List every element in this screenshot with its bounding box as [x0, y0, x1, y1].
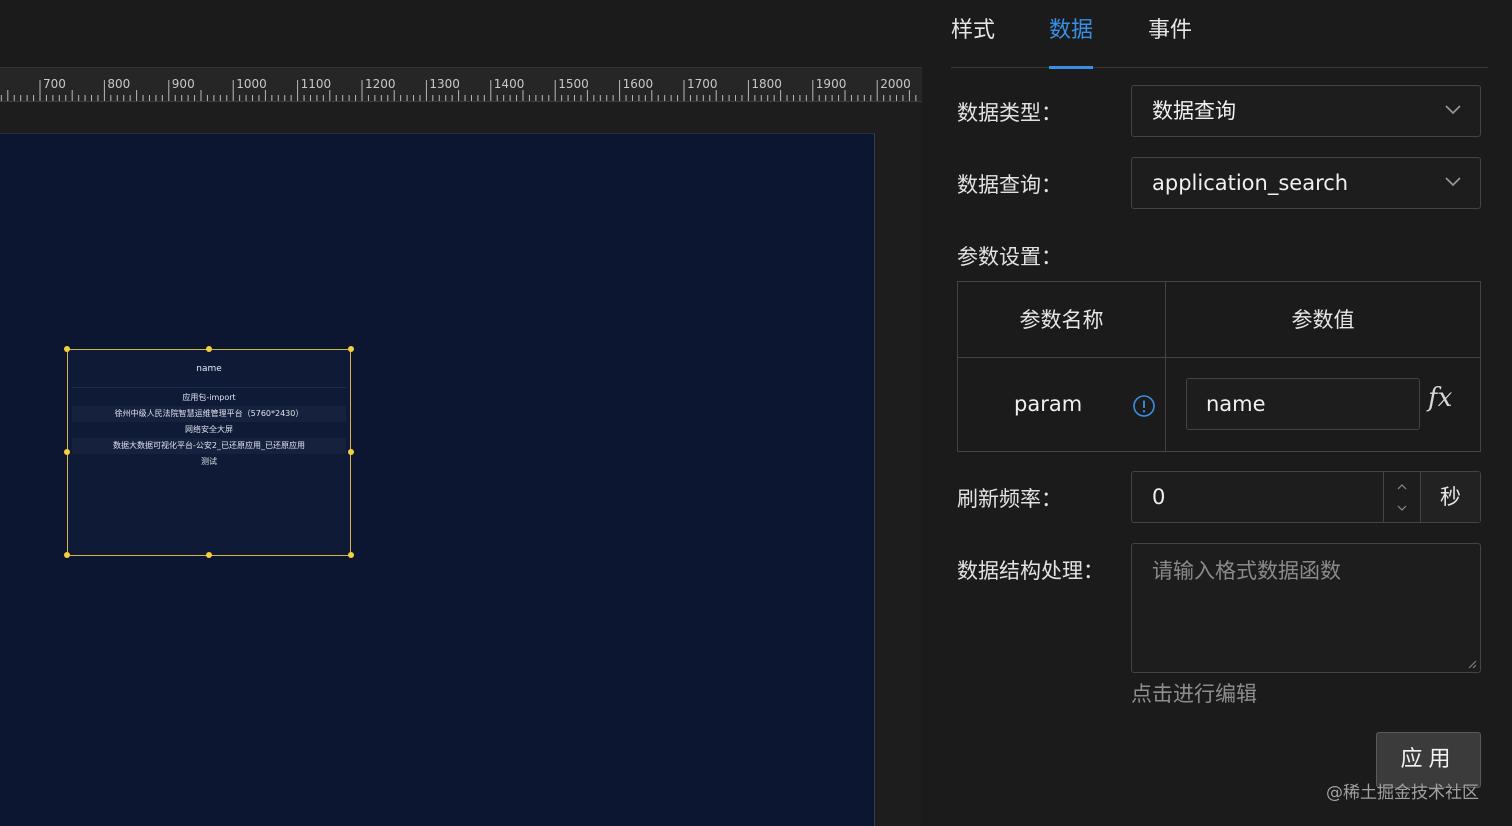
- ruler-label: 1900: [815, 77, 847, 91]
- chevron-down-icon: [1445, 105, 1461, 115]
- widget-list-item: 徐州中级人民法院智慧运维管理平台（5760*2430）: [72, 406, 346, 422]
- ruler-label: 1500: [558, 77, 589, 91]
- number-stepper[interactable]: [1383, 472, 1420, 522]
- resize-handle-l[interactable]: [64, 449, 70, 455]
- chevron-down-icon: [1445, 177, 1461, 187]
- col-header-param-value: 参数值: [1291, 308, 1355, 332]
- params-label: 参数设置：: [957, 245, 1062, 269]
- refresh-rate-input[interactable]: 0 秒: [1131, 471, 1481, 523]
- ruler-label: 700: [43, 77, 66, 91]
- ruler-label: 1700: [687, 77, 718, 91]
- property-panel: 样式 数据 事件 数据类型： 数据查询 数据查询： application_se…: [922, 0, 1512, 826]
- horizontal-ruler: 700 800 900 1000 1100 1200 1300 1400 1500 1600 170…: [0, 67, 922, 102]
- resize-handle-bl[interactable]: [64, 552, 70, 558]
- refresh-label: 刷新频率：: [957, 487, 1062, 511]
- data-query-select[interactable]: application_search: [1131, 157, 1481, 209]
- resize-handle-b[interactable]: [206, 552, 212, 558]
- ruler-label: 1600: [622, 77, 654, 91]
- widget-list-item: 网络安全大屏: [185, 425, 233, 434]
- tab-style[interactable]: 样式: [951, 14, 995, 68]
- ruler-label: 900: [171, 77, 195, 91]
- selected-list-widget[interactable]: name 应用包-import 徐州中级人民法院智慧运维管理平台（5760*24…: [64, 346, 354, 558]
- widget-list: 应用包-import 徐州中级人民法院智慧运维管理平台（5760*2430） 网…: [72, 390, 346, 470]
- tab-data[interactable]: 数据: [1049, 14, 1094, 69]
- resize-handle-br[interactable]: [348, 552, 354, 558]
- param-name-cell: param: [1014, 392, 1083, 416]
- resize-grip-icon[interactable]: [1467, 659, 1477, 669]
- resize-handle-tl[interactable]: [64, 346, 70, 352]
- data-query-label: 数据查询：: [957, 173, 1062, 197]
- tab-events[interactable]: 事件: [1148, 14, 1192, 68]
- unit-addon: 秒: [1420, 472, 1480, 522]
- chevron-up-icon[interactable]: [1396, 482, 1408, 492]
- col-header-param-name: 参数名称: [1019, 308, 1104, 332]
- data-type-select[interactable]: 数据查询: [1131, 85, 1481, 137]
- resize-handle-tr[interactable]: [348, 346, 354, 352]
- edit-link[interactable]: 点击进行编辑: [1131, 678, 1257, 708]
- resize-handle-r[interactable]: [348, 449, 354, 455]
- data-query-value: application_search: [1152, 171, 1349, 195]
- widget-column-header: name: [72, 358, 346, 388]
- widget-list-item: 应用包-import: [182, 393, 236, 402]
- chevron-down-icon[interactable]: [1396, 503, 1408, 513]
- editor-toolbar: [0, 0, 922, 67]
- ruler-label: 1400: [493, 77, 525, 91]
- ruler-label: 1800: [751, 77, 782, 91]
- textarea-placeholder: 请输入格式数据函数: [1152, 559, 1341, 583]
- params-table: 参数名称 参数值 param name fx: [957, 281, 1481, 452]
- ruler-label: 2000: [880, 77, 911, 91]
- ruler-ticks: [0, 80, 917, 101]
- struct-label: 数据结构处理：: [957, 559, 1104, 583]
- ruler-label: 800: [107, 77, 131, 91]
- ruler-label: 1000: [236, 77, 267, 91]
- design-canvas[interactable]: name 应用包-import 徐州中级人民法院智慧运维管理平台（5760*24…: [0, 133, 875, 826]
- watermark: @稀土掘金技术社区: [1326, 783, 1479, 803]
- widget-list-item: 测试: [201, 457, 217, 466]
- struct-function-textarea[interactable]: 请输入格式数据函数: [1131, 543, 1481, 673]
- info-icon[interactable]: [1132, 394, 1156, 418]
- param-value-input[interactable]: name: [1186, 378, 1420, 430]
- data-type-label: 数据类型：: [957, 101, 1062, 125]
- refresh-rate-value: 0: [1152, 485, 1166, 509]
- data-type-value: 数据查询: [1152, 99, 1236, 123]
- ruler-label: 1100: [300, 77, 332, 91]
- editor-area: 700 800 900 1000 1100 1200 1300 1400 1500 1600 170…: [0, 0, 922, 826]
- fx-icon[interactable]: fx: [1428, 383, 1452, 413]
- ruler-label: 1300: [429, 77, 460, 91]
- resize-handle-t[interactable]: [206, 346, 212, 352]
- ruler-label: 1200: [365, 77, 396, 91]
- widget-list-item: 数据大数据可视化平台-公安2_已还原应用_已还原应用: [72, 438, 346, 454]
- panel-tabs: 样式 数据 事件: [951, 0, 1488, 69]
